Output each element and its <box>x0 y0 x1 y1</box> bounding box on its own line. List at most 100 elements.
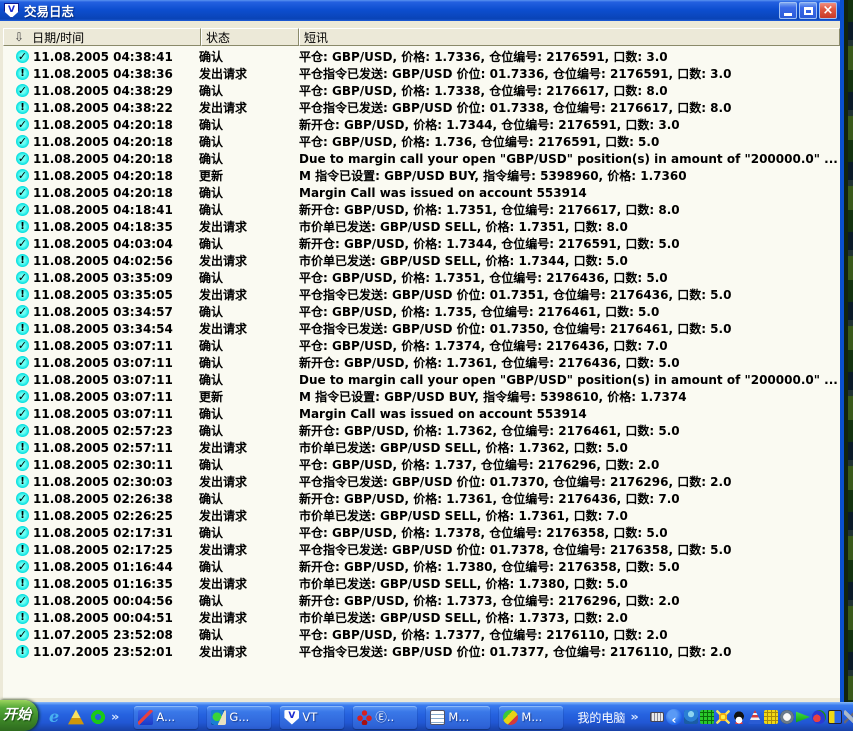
table-row[interactable]: ✓ 11.08.2005 03:35:09 确认 平仓: GBP/USD, 价格… <box>3 269 840 286</box>
stock-grid-icon[interactable] <box>700 710 714 724</box>
table-row[interactable]: ! 11.08.2005 02:57:11 发出请求 市价单已发送: GBP/U… <box>3 439 840 456</box>
titlebar[interactable]: V 交易日志 × <box>0 0 840 21</box>
close-button[interactable]: × <box>819 2 837 19</box>
request-exclamation-icon: ! <box>16 475 29 488</box>
taskbar-app-button[interactable]: G... <box>207 705 272 729</box>
table-row[interactable]: ! 11.08.2005 00:04:51 发出请求 市价单已发送: GBP/U… <box>3 609 840 626</box>
pagoda-icon[interactable] <box>748 710 762 724</box>
table-row[interactable]: ✓ 11.08.2005 04:38:29 确认 平仓: GBP/USD, 价格… <box>3 82 840 99</box>
confirm-check-icon: ✓ <box>16 594 29 607</box>
table-row[interactable]: ✓ 11.08.2005 00:04:56 确认 新开仓: GBP/USD, 价… <box>3 592 840 609</box>
chart-icon <box>138 709 154 725</box>
sword-icon[interactable] <box>844 710 853 724</box>
table-row[interactable]: ! 11.08.2005 03:35:05 发出请求 平仓指令已发送: GBP/… <box>3 286 840 303</box>
table-row[interactable]: ! 11.08.2005 02:17:25 发出请求 平仓指令已发送: GBP/… <box>3 541 840 558</box>
table-row[interactable]: ! 11.07.2005 23:52:01 发出请求 平仓指令已发送: GBP/… <box>3 643 840 660</box>
row-status: 发出请求 <box>199 288 248 302</box>
maximize-button[interactable] <box>799 2 817 19</box>
row-datetime: 11.08.2005 04:20:18 <box>33 185 173 200</box>
swirl-icon[interactable] <box>812 710 826 724</box>
column-header-status[interactable]: 状态 <box>201 28 299 46</box>
table-row[interactable]: ✓ 11.08.2005 02:17:31 确认 平仓: GBP/USD, 价格… <box>3 524 840 541</box>
daemon-triangle-icon[interactable] <box>68 709 84 725</box>
request-exclamation-icon: ! <box>16 645 29 658</box>
row-datetime: 11.08.2005 01:16:35 <box>33 576 173 591</box>
row-datetime: 11.08.2005 02:57:23 <box>33 423 173 438</box>
table-row[interactable]: ✓ 11.08.2005 04:38:41 确认 平仓: GBP/USD, 价格… <box>3 48 840 65</box>
yellow-grid-icon[interactable] <box>764 710 778 724</box>
row-datetime: 11.07.2005 23:52:08 <box>33 627 173 642</box>
table-row[interactable]: ✓ 11.08.2005 03:34:57 确认 平仓: GBP/USD, 价格… <box>3 303 840 320</box>
taskbar-app-button[interactable]: A... <box>134 705 199 729</box>
table-row[interactable]: ✓ 11.08.2005 03:07:11 确认 Due to margin c… <box>3 371 840 388</box>
my-computer-toolbar-label[interactable]: 我的电脑 <box>577 709 625 726</box>
column-header-message[interactable]: 短讯 <box>299 28 840 46</box>
firework-icon[interactable] <box>716 710 730 724</box>
row-message: 市价单已发送: GBP/USD SELL, 价格: 1.7361, 口数: 7.… <box>299 509 628 523</box>
row-message: 新开仓: GBP/USD, 价格: 1.7361, 仓位编号: 2176436,… <box>299 356 680 370</box>
table-row[interactable]: ! 11.08.2005 04:02:56 发出请求 市价单已发送: GBP/U… <box>3 252 840 269</box>
table-row[interactable]: ✓ 11.08.2005 04:03:04 确认 新开仓: GBP/USD, 价… <box>3 235 840 252</box>
window-client-area: ⇩ 日期/时间 状态 短讯 ✓ 11.08.2005 04:38:41 确认 平… <box>0 21 840 702</box>
taskbar-app-button[interactable]: Ⓔ.. <box>353 705 418 729</box>
row-message: 平仓: GBP/USD, 价格: 1.7336, 仓位编号: 2176591, … <box>299 50 668 64</box>
taskbar-app-button[interactable]: M... <box>499 705 564 729</box>
messenger-icon[interactable] <box>684 710 698 724</box>
row-message: Margin Call was issued on account 553914 <box>299 406 587 421</box>
table-row[interactable]: ✓ 11.08.2005 03:07:11 确认 Margin Call was… <box>3 405 840 422</box>
table-row[interactable]: ✓ 11.08.2005 02:26:38 确认 新开仓: GBP/USD, 价… <box>3 490 840 507</box>
row-message: 市价单已发送: GBP/USD SELL, 价格: 1.7344, 口数: 5.… <box>299 254 628 268</box>
toolbar-overflow-chevron-icon[interactable]: » <box>630 710 638 724</box>
table-row[interactable]: ! 11.08.2005 03:34:54 发出请求 平仓指令已发送: GBP/… <box>3 320 840 337</box>
row-datetime: 11.08.2005 02:30:03 <box>33 474 173 489</box>
row-message: 平仓: GBP/USD, 价格: 1.7338, 仓位编号: 2176617, … <box>299 84 668 98</box>
row-status: 发出请求 <box>199 254 248 268</box>
table-row[interactable]: ! 11.08.2005 02:30:03 发出请求 平仓指令已发送: GBP/… <box>3 473 840 490</box>
table-row[interactable]: ✓ 11.08.2005 04:18:41 确认 新开仓: GBP/USD, 价… <box>3 201 840 218</box>
table-row[interactable]: ! 11.08.2005 04:38:36 发出请求 平仓指令已发送: GBP/… <box>3 65 840 82</box>
table-row[interactable]: ✓ 11.07.2005 23:52:08 确认 平仓: GBP/USD, 价格… <box>3 626 840 643</box>
table-row[interactable]: ✓ 11.08.2005 03:07:11 确认 平仓: GBP/USD, 价格… <box>3 337 840 354</box>
row-status: 确认 <box>199 135 224 149</box>
row-status: 确认 <box>199 492 224 506</box>
table-row[interactable]: ✓ 11.08.2005 03:07:11 确认 新开仓: GBP/USD, 价… <box>3 354 840 371</box>
table-row[interactable]: ✓ 11.08.2005 04:20:18 确认 Margin Call was… <box>3 184 840 201</box>
internet-explorer-icon[interactable] <box>46 707 62 726</box>
qq-icon[interactable] <box>732 710 746 724</box>
table-row[interactable]: ✓ 11.08.2005 04:20:18 确认 平仓: GBP/USD, 价格… <box>3 133 840 150</box>
table-row[interactable]: ! 11.08.2005 02:26:25 发出请求 市价单已发送: GBP/U… <box>3 507 840 524</box>
table-row[interactable]: ✓ 11.08.2005 04:20:18 更新 M 指令已设置: GBP/US… <box>3 167 840 184</box>
table-row[interactable]: ✓ 11.08.2005 04:20:18 确认 新开仓: GBP/USD, 价… <box>3 116 840 133</box>
column-header-datetime[interactable]: ⇩ 日期/时间 <box>3 28 201 46</box>
row-datetime: 11.08.2005 02:17:25 <box>33 542 173 557</box>
table-row[interactable]: ✓ 11.08.2005 02:30:11 确认 平仓: GBP/USD, 价格… <box>3 456 840 473</box>
row-datetime: 11.08.2005 03:34:57 <box>33 304 173 319</box>
document-icon <box>430 709 446 725</box>
red-cluster-icon <box>357 709 373 725</box>
sync-icon[interactable] <box>90 709 106 725</box>
table-row[interactable]: ! 11.08.2005 01:16:35 发出请求 市价单已发送: GBP/U… <box>3 575 840 592</box>
gauge-icon[interactable] <box>780 710 794 724</box>
start-button[interactable]: 开始 <box>0 700 38 731</box>
row-status: 更新 <box>199 390 224 404</box>
split-color-icon[interactable] <box>828 710 842 724</box>
language-bar-icon[interactable] <box>666 709 682 725</box>
taskbar-app-button[interactable]: VT <box>280 705 345 729</box>
row-datetime: 11.08.2005 04:38:36 <box>33 66 173 81</box>
row-datetime: 11.08.2005 00:04:51 <box>33 610 173 625</box>
row-status: 发出请求 <box>199 67 248 81</box>
green-arrow-icon[interactable] <box>796 711 810 723</box>
row-datetime: 11.07.2005 23:52:01 <box>33 644 173 659</box>
row-status: 确认 <box>199 339 224 353</box>
quick-launch-overflow-chevron-icon[interactable]: » <box>111 710 119 724</box>
minimize-button[interactable] <box>779 2 797 19</box>
confirm-check-icon: ✓ <box>16 271 29 284</box>
taskbar-app-button[interactable]: M... <box>426 705 491 729</box>
table-row[interactable]: ! 11.08.2005 04:18:35 发出请求 市价单已发送: GBP/U… <box>3 218 840 235</box>
table-row[interactable]: ✓ 11.08.2005 03:07:11 更新 M 指令已设置: GBP/US… <box>3 388 840 405</box>
table-row[interactable]: ! 11.08.2005 04:38:22 发出请求 平仓指令已发送: GBP/… <box>3 99 840 116</box>
table-row[interactable]: ✓ 11.08.2005 04:20:18 确认 Due to margin c… <box>3 150 840 167</box>
table-row[interactable]: ✓ 11.08.2005 01:16:44 确认 新开仓: GBP/USD, 价… <box>3 558 840 575</box>
table-row[interactable]: ✓ 11.08.2005 02:57:23 确认 新开仓: GBP/USD, 价… <box>3 422 840 439</box>
keyboard-icon[interactable] <box>650 712 664 722</box>
